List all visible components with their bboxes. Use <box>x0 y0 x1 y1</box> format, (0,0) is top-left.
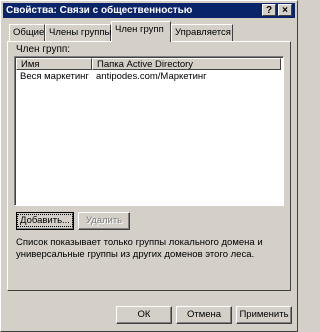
tab-member-of[interactable]: Член групп <box>111 21 171 42</box>
remove-button[interactable]: Удалить <box>78 212 130 230</box>
tab-strip: Общие Члены группы Член групп Управляетс… <box>7 21 297 42</box>
list-item[interactable]: Веся маркетинг antipodes.com/Маркетинг <box>16 71 282 83</box>
title-bar[interactable]: Свойства: Связи с общественностью ? × <box>3 3 295 18</box>
ok-button[interactable]: ОК <box>116 306 172 324</box>
close-button[interactable]: × <box>278 4 292 16</box>
window-title: Свойства: Связи с общественностью <box>6 5 193 16</box>
help-button[interactable]: ? <box>262 4 276 16</box>
cancel-button[interactable]: Отмена <box>176 306 232 324</box>
info-note: Список показывает только группы локально… <box>16 237 263 260</box>
add-button-label: Добавить... <box>17 214 73 227</box>
tab-general[interactable]: Общие <box>9 24 45 41</box>
member-of-list[interactable]: Имя Папка Active Directory Веся маркетин… <box>14 56 284 206</box>
apply-button[interactable]: Применить <box>236 306 292 324</box>
column-header-folder[interactable]: Папка Active Directory <box>92 58 281 70</box>
group-name: Веся маркетинг <box>20 71 89 82</box>
column-header-name[interactable]: Имя <box>16 58 92 70</box>
member-of-label: Член групп: <box>16 44 71 55</box>
group-folder: antipodes.com/Маркетинг <box>96 71 207 82</box>
add-button[interactable]: Добавить... <box>16 212 74 230</box>
tab-managed-by[interactable]: Управляется <box>171 24 233 41</box>
tab-members[interactable]: Члены группы <box>45 24 111 41</box>
